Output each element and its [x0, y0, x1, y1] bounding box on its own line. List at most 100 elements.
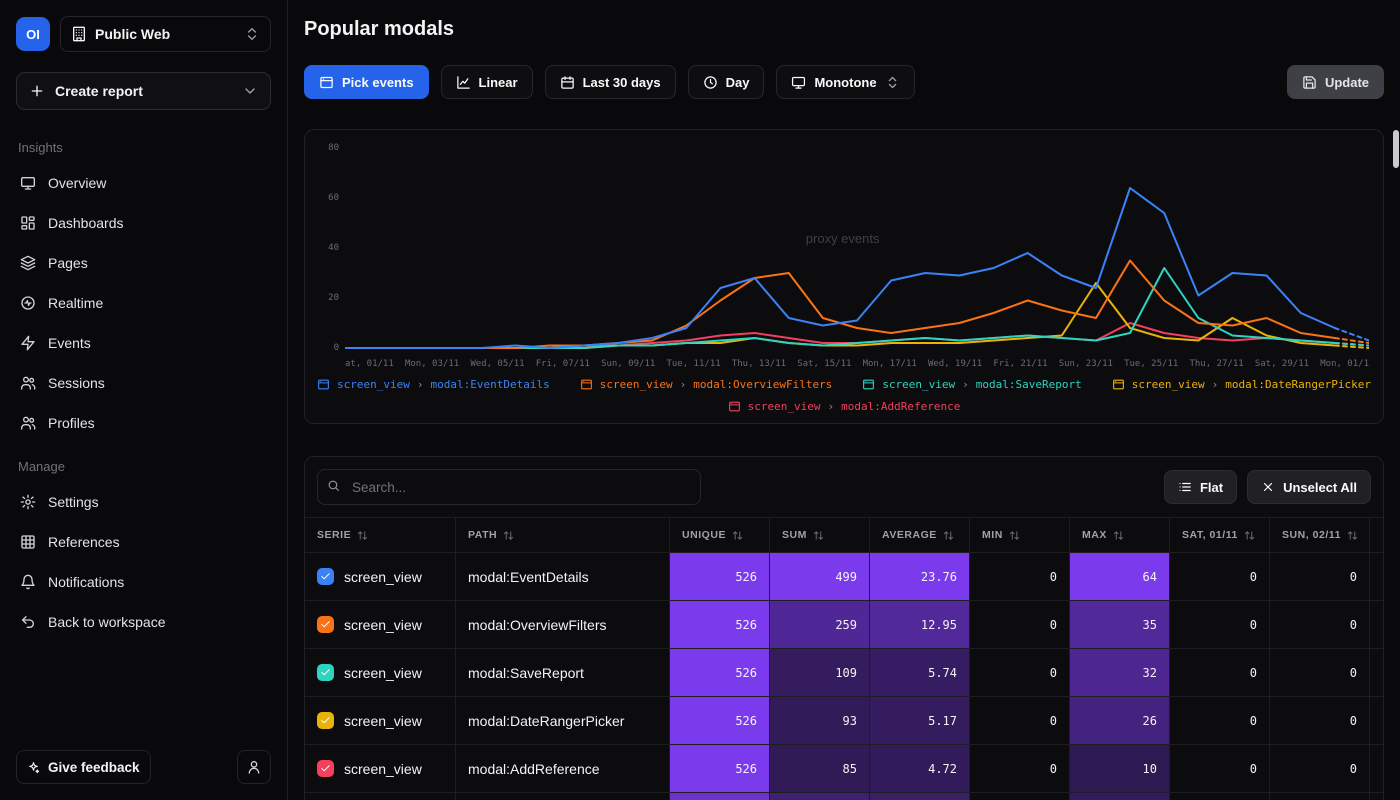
column-header-sum[interactable]: SUM [769, 517, 869, 553]
sidebar-item-references[interactable]: References [16, 522, 271, 562]
chart-watermark: proxy events [806, 231, 880, 246]
x-tick-label: Tue, 25/11 [1124, 359, 1178, 369]
x-tick-label: at, 01/11 [345, 359, 394, 369]
line-style-select[interactable]: Monotone [776, 65, 914, 99]
y-axis: 020406080 [319, 142, 345, 354]
sun-cell: 0 [1269, 649, 1369, 697]
legend-item-modal-savereport[interactable]: screen_view›modal:SaveReport [862, 378, 1081, 391]
y-tick-label: 60 [328, 193, 339, 203]
app-logo[interactable]: OI [16, 17, 50, 51]
path-cell: modal:SaveReport [455, 649, 669, 697]
building-icon [71, 26, 87, 42]
path-label: modal:AddReference [468, 761, 600, 777]
app-window-icon [317, 378, 330, 391]
line-chart-icon [456, 75, 471, 90]
path-cell: modal:AddReference [455, 745, 669, 793]
row-checkbox[interactable] [317, 760, 334, 777]
path-label: modal:DateRangerPicker [468, 713, 624, 729]
serie-label: screen_view [344, 761, 422, 777]
unselect-all-label: Unselect All [1283, 480, 1357, 495]
sort-icon [1244, 530, 1255, 541]
column-header-path[interactable]: PATH [455, 517, 669, 553]
app-window-icon [580, 378, 593, 391]
column-header-sat-01-11[interactable]: SAT, 01/11 [1169, 517, 1269, 553]
serie-cell: screen_view [305, 697, 455, 745]
row-checkbox[interactable] [317, 616, 334, 633]
partial-row-cell [769, 793, 869, 800]
legend-event: screen_view [748, 400, 821, 413]
column-label: MIN [982, 529, 1003, 541]
calendar-icon [560, 75, 575, 90]
series-line-screen-view-modal-savereport [1335, 343, 1369, 346]
x-tick-label: Thu, 27/11 [1189, 359, 1243, 369]
legend-item-modal-overviewfilters[interactable]: screen_view›modal:OverviewFilters [580, 378, 833, 391]
column-header-unique[interactable]: UNIQUE [669, 517, 769, 553]
series-line-screen-view-modal-overviewfilters [1335, 338, 1369, 343]
monitor-icon [20, 175, 36, 191]
sidebar-item-settings[interactable]: Settings [16, 482, 271, 522]
average-cell: 12.95 [869, 601, 969, 649]
column-header-min[interactable]: MIN [969, 517, 1069, 553]
plus-icon [29, 83, 45, 99]
scrollbar-thumb[interactable] [1393, 130, 1399, 168]
sidebar-item-label: Events [48, 335, 91, 351]
sidebar-item-back-to-workspace[interactable]: Back to workspace [16, 602, 271, 642]
sidebar-item-label: Overview [48, 175, 106, 191]
workspace-name: Public Web [95, 26, 170, 42]
legend-separator: › [680, 378, 687, 391]
row-checkbox[interactable] [317, 712, 334, 729]
give-feedback-button[interactable]: Give feedback [16, 750, 151, 784]
column-header-sun-02-11[interactable]: SUN, 02/11 [1269, 517, 1369, 553]
serie-label: screen_view [344, 665, 422, 681]
sidebar-item-label: Back to workspace [48, 614, 166, 630]
interval-button[interactable]: Day [688, 65, 765, 99]
row-checkbox[interactable] [317, 568, 334, 585]
column-header-average[interactable]: AVERAGE [869, 517, 969, 553]
profile-button[interactable] [237, 750, 271, 784]
legend-item-modal-daterangerpicker[interactable]: screen_view›modal:DateRangerPicker [1112, 378, 1371, 391]
flat-button[interactable]: Flat [1164, 470, 1237, 504]
legend-item-modal-addreference[interactable]: screen_view›modal:AddReference [728, 400, 961, 413]
update-button[interactable]: Update [1287, 65, 1384, 99]
x-tick-label: Sun, 09/11 [601, 359, 655, 369]
pick-events-button[interactable]: Pick events [304, 65, 429, 99]
sun-cell: 0 [1269, 553, 1369, 601]
row-checkbox[interactable] [317, 664, 334, 681]
pick-events-label: Pick events [342, 75, 414, 90]
sidebar-item-overview[interactable]: Overview [16, 163, 271, 203]
x-axis: at, 01/11Mon, 03/11Wed, 05/11Fri, 07/11S… [319, 359, 1369, 369]
sidebar-item-label: Notifications [48, 574, 124, 590]
sidebar-item-realtime[interactable]: Realtime [16, 283, 271, 323]
date-range-button[interactable]: Last 30 days [545, 65, 676, 99]
min-cell: 0 [969, 649, 1069, 697]
sidebar-item-pages[interactable]: Pages [16, 243, 271, 283]
legend-separator: › [962, 378, 969, 391]
search-input[interactable] [317, 469, 701, 505]
chart-type-button[interactable]: Linear [441, 65, 533, 99]
sidebar-item-events[interactable]: Events [16, 323, 271, 363]
column-header-max[interactable]: MAX [1069, 517, 1169, 553]
path-label: modal:OverviewFilters [468, 617, 606, 633]
sun-cell: 0 [1269, 745, 1369, 793]
workspace-selector[interactable]: Public Web [60, 16, 271, 52]
path-cell: modal:DateRangerPicker [455, 697, 669, 745]
column-header-partial [1369, 517, 1384, 553]
unselect-all-button[interactable]: Unselect All [1247, 470, 1371, 504]
chart-panel: 020406080 proxy events at, 01/11Mon, 03/… [304, 129, 1384, 424]
sum-cell: 109 [769, 649, 869, 697]
x-tick-label: Thu, 13/11 [732, 359, 786, 369]
layers-icon [20, 255, 36, 271]
column-header-serie[interactable]: SERIE [305, 517, 455, 553]
sidebar-item-dashboards[interactable]: Dashboards [16, 203, 271, 243]
sidebar-item-profiles[interactable]: Profiles [16, 403, 271, 443]
y-tick-label: 0 [334, 343, 339, 353]
sidebar-item-notifications[interactable]: Notifications [16, 562, 271, 602]
main-content: Popular modals Pick events Linear Last 3… [288, 0, 1400, 800]
x-tick-label: Sat, 29/11 [1255, 359, 1309, 369]
section-label-manage: Manage [18, 459, 271, 474]
sidebar-item-sessions[interactable]: Sessions [16, 363, 271, 403]
sort-icon [357, 530, 368, 541]
sort-icon [1347, 530, 1358, 541]
create-report-button[interactable]: Create report [16, 72, 271, 110]
legend-item-modal-eventdetails[interactable]: screen_view›modal:EventDetails [317, 378, 550, 391]
